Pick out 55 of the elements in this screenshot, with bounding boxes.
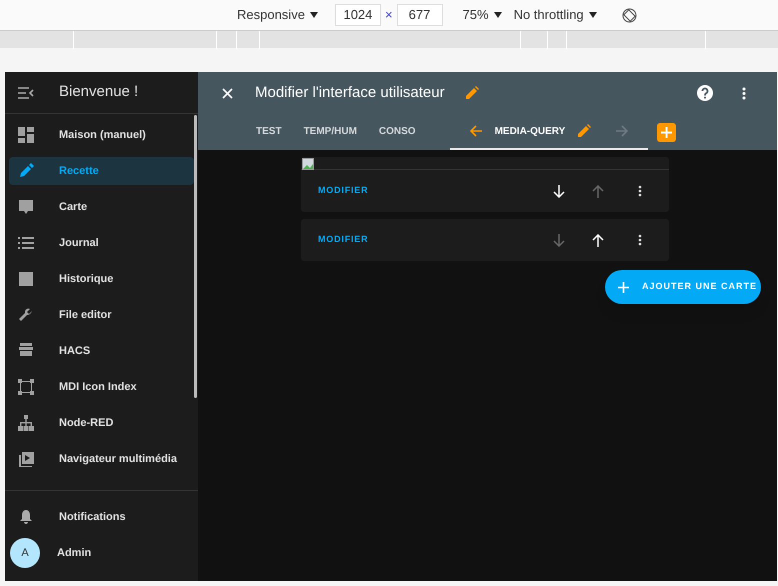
- height-field[interactable]: 677: [396, 4, 443, 26]
- sidebar-item[interactable]: Node-RED: [9, 409, 194, 437]
- arrow-left-icon[interactable]: [470, 125, 483, 137]
- view-tab[interactable]: TEMP/HUM: [292, 114, 368, 150]
- nav-icon: [18, 163, 34, 179]
- times-sign: ×: [384, 6, 393, 24]
- edit-button[interactable]: MODIFIER: [318, 184, 368, 198]
- view-tab[interactable]: TEST: [245, 114, 293, 150]
- user-item[interactable]: A Admin: [5, 535, 198, 571]
- sidebar-item[interactable]: Recette: [9, 157, 194, 185]
- plus-icon: [661, 126, 672, 138]
- page-title: Modifier l'interface utilisateur: [255, 82, 445, 103]
- user-avatar: A: [10, 538, 40, 568]
- pencil-icon[interactable]: [577, 124, 592, 138]
- sidebar-item[interactable]: Historique: [9, 265, 194, 293]
- width-field[interactable]: 1024: [334, 4, 381, 26]
- scrollbar[interactable]: [194, 115, 197, 398]
- dropdown-caret-icon: [310, 12, 318, 18]
- nav-icon: [18, 415, 34, 431]
- plus-icon: [618, 282, 629, 292]
- throttling-dropdown[interactable]: No throttling: [514, 5, 597, 25]
- help-icon[interactable]: [697, 85, 713, 101]
- rotate-icon[interactable]: [622, 8, 637, 22]
- device-dropdown[interactable]: Responsive: [237, 5, 318, 25]
- sidebar-item[interactable]: HACS: [9, 337, 194, 365]
- sidebar-title: Bienvenue !: [59, 82, 138, 102]
- edit-button[interactable]: MODIFIER: [318, 233, 368, 247]
- add-view-button[interactable]: [657, 122, 676, 142]
- view-tab[interactable]: MEDIA-QUERY: [450, 114, 648, 150]
- sidebar-item[interactable]: Navigateur multimédia: [9, 445, 194, 473]
- sidebar-item[interactable]: MDI Icon Index: [9, 373, 194, 401]
- dropdown-caret-icon: [588, 12, 597, 18]
- pencil-icon[interactable]: [464, 86, 479, 100]
- notifications-item[interactable]: Notifications: [5, 499, 198, 535]
- more-icon[interactable]: [742, 86, 746, 100]
- sidebar-item[interactable]: Journal: [9, 229, 194, 257]
- menu-icon[interactable]: [18, 86, 34, 98]
- sidebar-item[interactable]: File editor: [9, 301, 194, 329]
- sidebar-item[interactable]: Carte: [9, 193, 194, 221]
- nav-icon: [18, 271, 34, 287]
- nav-icon: [18, 343, 34, 359]
- nav-icon: [18, 199, 34, 215]
- nav-icon: [18, 379, 34, 395]
- bell-icon: [18, 509, 34, 525]
- nav-icon: [18, 451, 34, 467]
- view-tab[interactable]: CONSO: [368, 114, 427, 150]
- dropdown-caret-icon: [494, 12, 502, 18]
- close-icon[interactable]: [222, 88, 233, 98]
- nav-icon: [18, 235, 34, 251]
- nav-icon: [18, 127, 34, 143]
- more-icon[interactable]: [638, 185, 642, 197]
- more-icon[interactable]: [638, 234, 642, 246]
- nav-icon: [18, 307, 34, 323]
- sidebar-item[interactable]: Maison (manuel): [9, 121, 194, 149]
- zoom-dropdown[interactable]: 75%: [462, 5, 502, 25]
